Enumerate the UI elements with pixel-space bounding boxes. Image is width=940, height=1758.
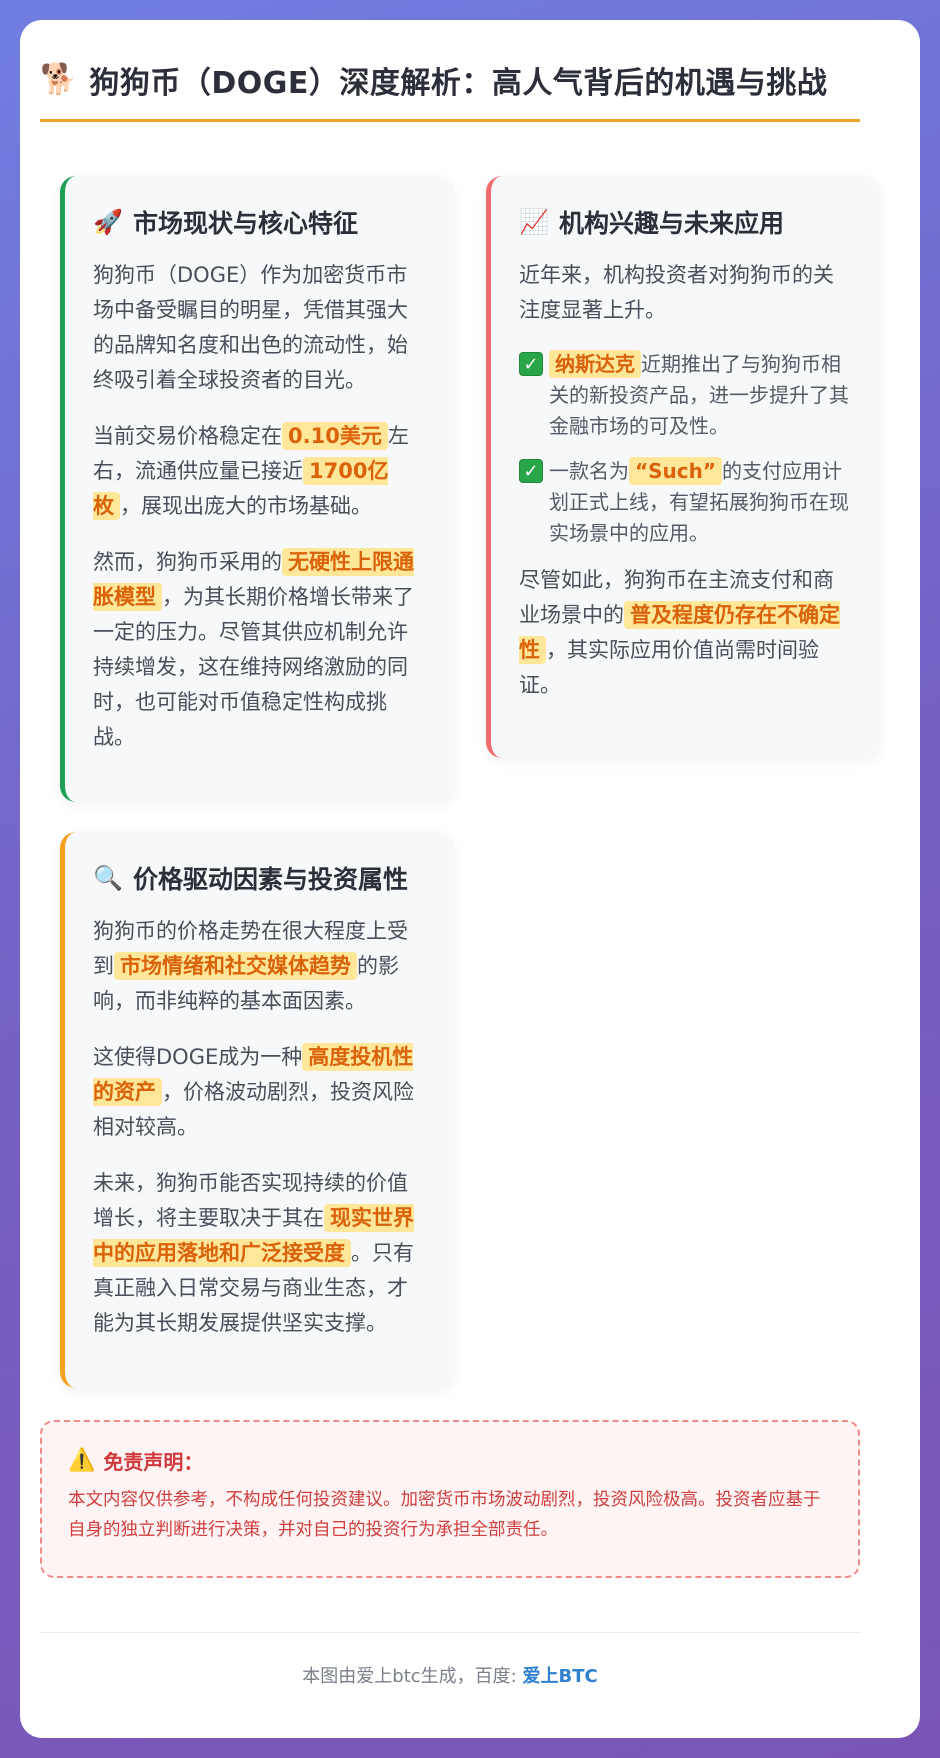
- price-section-header: 🔍 价格驱动因素与投资属性: [93, 860, 428, 896]
- footer-text: 本图由爱上btc生成，百度:: [302, 1666, 523, 1687]
- list-item-text: 一款名为 “Such” 的支付应用计划正式上线，有望拓展狗狗币在现实场景中的应用。: [549, 456, 854, 549]
- chart-up-icon: 📈: [519, 208, 549, 236]
- sentiment-highlight: 市场情绪和社交媒体趋势: [114, 952, 357, 980]
- market-p2-text-c: ，展现出庞大的市场基础。: [120, 494, 372, 518]
- disclaimer-box: ⚠️ 免责声明： 本文内容仅供参考，不构成任何投资建议。加密货币市场波动剧烈，投…: [40, 1420, 860, 1578]
- warning-icon: ⚠️: [68, 1448, 96, 1473]
- check-icon: ✓: [519, 352, 543, 376]
- check-icon: ✓: [519, 459, 543, 483]
- list-item-2-text-a: 一款名为: [549, 459, 629, 483]
- market-p3-text-a: 然而，狗狗币采用的: [93, 550, 282, 574]
- nasdaq-highlight: 纳斯达克: [549, 350, 641, 378]
- rocket-icon: 🚀: [93, 208, 123, 236]
- footer-brand-link[interactable]: 爱上BTC: [522, 1666, 597, 1687]
- institution-p2-text-b: ，其实际应用价值尚需时间验证。: [519, 638, 819, 697]
- price-p2-text-a: 这使得DOGE成为一种: [93, 1045, 303, 1069]
- market-paragraph-1: 狗狗币（DOGE）作为加密货币市场中备受瞩目的明星，凭借其强大的品牌知名度和出色…: [93, 263, 408, 392]
- list-item-text: 纳斯达克 近期推出了与狗狗币相关的新投资产品，进一步提升了其金融市场的可及性。: [549, 349, 854, 442]
- price-section: 🔍 价格驱动因素与投资属性 狗狗币的价格走势在很大程度上受到 市场情绪和社交媒体趋…: [60, 832, 454, 1388]
- disclaimer-title: 免责声明：: [103, 1450, 204, 1474]
- price-paragraph-1: 狗狗币的价格走势在很大程度上受到 市场情绪和社交媒体趋势 的影响，而非纯粹的基本面因…: [93, 914, 428, 1019]
- market-paragraph-3: 然而，狗狗币采用的 无硬性上限通胀模型 ，为其长期价格增长带来了一定的压力。尽管其供…: [93, 545, 428, 755]
- disclaimer-header: ⚠️ 免责声明：: [68, 1446, 832, 1475]
- page-title: 狗狗币（DOGE）深度解析：高人气背后的机遇与挑战: [89, 65, 828, 101]
- market-section-header: 🚀 市场现状与核心特征: [93, 204, 428, 240]
- price-highlight: 0.10美元: [282, 422, 388, 450]
- institution-paragraph-2: 尽管如此，狗狗币在主流支付和商业场景中的 普及程度仍存在不确定性 ，其实际应用价值尚…: [519, 563, 854, 703]
- institution-paragraph-1: 近年来，机构投资者对狗狗币的关注度显著上升。: [519, 263, 834, 322]
- page-header: 🐕 狗狗币（DOGE）深度解析：高人气背后的机遇与挑战: [40, 40, 860, 122]
- institution-section-header: 📈 机构兴趣与未来应用: [519, 204, 854, 240]
- list-item: ✓ 纳斯达克 近期推出了与狗狗币相关的新投资产品，进一步提升了其金融市场的可及性。: [519, 349, 854, 442]
- list-item: ✓ 一款名为 “Such” 的支付应用计划正式上线，有望拓展狗狗币在现实场景中的应用…: [519, 456, 854, 549]
- magnifier-icon: 🔍: [93, 864, 123, 892]
- market-section-title: 市场现状与核心特征: [133, 209, 359, 238]
- footer-divider: [40, 1632, 860, 1633]
- price-paragraph-2: 这使得DOGE成为一种 高度投机性的资产 ，价格波动剧烈，投资风险相对较高。: [93, 1040, 428, 1145]
- market-p2-text-a: 当前交易价格稳定在: [93, 424, 282, 448]
- price-paragraph-3: 未来，狗狗币能否实现持续的价值增长，将主要取决于其在 现实世界中的应用落地和广泛接…: [93, 1166, 428, 1341]
- market-section: 🚀 市场现状与核心特征 狗狗币（DOGE）作为加密货币市场中备受瞩目的明星，凭借…: [60, 176, 454, 802]
- institution-section-title: 机构兴趣与未来应用: [559, 209, 785, 238]
- such-highlight: “Such”: [629, 457, 723, 485]
- institution-section: 📈 机构兴趣与未来应用 近年来，机构投资者对狗狗币的关注度显著上升。 ✓ 纳斯达…: [486, 176, 880, 758]
- dog-icon: 🐕: [40, 61, 78, 97]
- disclaimer-text: 本文内容仅供参考，不构成任何投资建议。加密货币市场波动剧烈，投资风险极高。投资者…: [68, 1490, 821, 1540]
- footer: 本图由爱上btc生成，百度: 爱上BTC: [40, 1662, 860, 1688]
- market-paragraph-2: 当前交易价格稳定在 0.10美元 左右，流通供应量已接近 1700亿枚 ，展现出庞大的市…: [93, 419, 428, 524]
- price-section-title: 价格驱动因素与投资属性: [133, 865, 409, 894]
